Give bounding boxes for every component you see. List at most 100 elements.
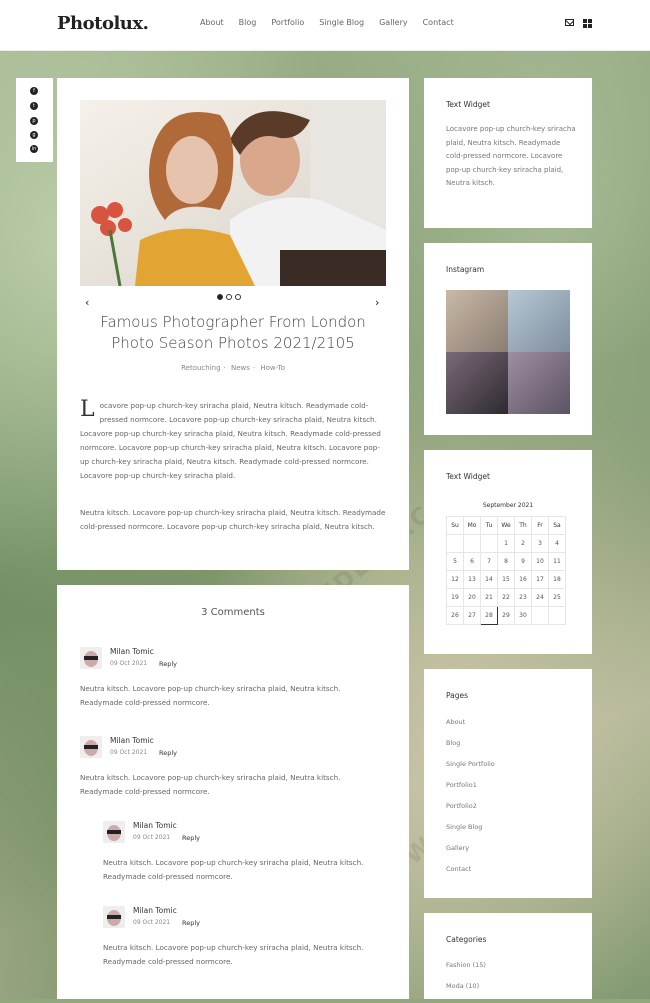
comments-card: 3 Comments Milan Tomic 09 Oct 2021 Reply…	[57, 585, 409, 999]
calendar-day[interactable]: 17	[531, 570, 549, 589]
calendar-day[interactable]: 14	[480, 570, 498, 589]
calendar-day[interactable]: 18	[548, 570, 566, 589]
page-link[interactable]: Blog	[446, 739, 495, 760]
calendar-day-today[interactable]: 28	[480, 606, 498, 625]
nav-item-contact[interactable]: Contact	[423, 18, 454, 27]
category-link[interactable]: Fashion (15)	[446, 961, 486, 982]
calendar-day	[480, 534, 498, 553]
calendar-day[interactable]: 1	[497, 534, 515, 553]
calendar-day	[463, 534, 481, 553]
reply-link[interactable]: Reply	[159, 749, 177, 757]
instagram-photo[interactable]	[446, 290, 508, 352]
nav-item-blog[interactable]: Blog	[239, 18, 257, 27]
page-link[interactable]: About	[446, 718, 495, 739]
calendar-day[interactable]: 7	[480, 552, 498, 571]
calendar-day[interactable]: 9	[514, 552, 532, 571]
widget-title: Text Widget	[446, 472, 490, 481]
calendar-day[interactable]: 22	[497, 588, 515, 607]
comment-author[interactable]: Milan Tomic	[133, 821, 177, 830]
slider-dot[interactable]	[235, 294, 241, 300]
widget-title: Pages	[446, 691, 469, 700]
calendar-day[interactable]: 4	[548, 534, 566, 553]
avatar	[103, 821, 125, 843]
calendar-day[interactable]: 6	[463, 552, 481, 571]
page-link[interactable]: Single Portfolio	[446, 760, 495, 781]
post-title[interactable]: Famous Photographer From London Photo Se…	[77, 312, 389, 354]
facebook-icon[interactable]: f	[30, 87, 38, 95]
calendar-day[interactable]: 20	[463, 588, 481, 607]
nav-item-single-blog[interactable]: Single Blog	[319, 18, 364, 27]
post-slider-image	[80, 100, 386, 286]
comment-date: 09 Oct 2021	[110, 660, 148, 667]
comment-author[interactable]: Milan Tomic	[110, 647, 154, 656]
calendar-day[interactable]: 12	[446, 570, 464, 589]
instagram-photo[interactable]	[508, 352, 570, 414]
reply-link[interactable]: Reply	[159, 660, 177, 668]
page-link[interactable]: Portfolio2	[446, 802, 495, 823]
calendar-day[interactable]: 19	[446, 588, 464, 607]
slider-dot[interactable]	[217, 294, 223, 300]
mail-icon[interactable]	[565, 19, 574, 26]
tag-link[interactable]: Retouching	[181, 364, 220, 372]
grid-icon[interactable]	[583, 19, 592, 28]
widget-title: Instagram	[446, 265, 485, 274]
calendar-day[interactable]: 26	[446, 606, 464, 625]
page-link[interactable]: Gallery	[446, 844, 495, 865]
nav-item-portfolio[interactable]: Portfolio	[271, 18, 304, 27]
nav-item-about[interactable]: About	[200, 18, 224, 27]
widget-title: Categories	[446, 935, 487, 944]
pinterest-icon[interactable]: p	[30, 117, 38, 125]
reply-link[interactable]: Reply	[182, 834, 200, 842]
nav-item-gallery[interactable]: Gallery	[379, 18, 408, 27]
post-paragraph: Neutra kitsch. Locavore pop-up church-ke…	[80, 508, 386, 531]
tag-link[interactable]: How-To	[260, 364, 285, 372]
weekday-label: Fr	[531, 516, 549, 535]
reply-link[interactable]: Reply	[182, 919, 200, 927]
slider-prev-arrow[interactable]: ‹	[85, 296, 89, 309]
weekday-label: Su	[446, 516, 464, 535]
comments-title: 3 Comments	[201, 607, 265, 618]
calendar-table: Su Mo Tu We Th Fr Sa 1 2 3 4 5 6 7 8 9 1…	[446, 516, 566, 625]
calendar-day[interactable]: 11	[548, 552, 566, 571]
calendar-day[interactable]: 3	[531, 534, 549, 553]
slider-next-arrow[interactable]: ›	[375, 296, 379, 309]
calendar-day[interactable]: 23	[514, 588, 532, 607]
calendar-day[interactable]: 13	[463, 570, 481, 589]
comment-date: 09 Oct 2021	[133, 919, 171, 926]
tag-link[interactable]: News	[231, 364, 250, 372]
calendar-day[interactable]: 21	[480, 588, 498, 607]
calendar-day[interactable]: 5	[446, 552, 464, 571]
page-link[interactable]: Portfolio1	[446, 781, 495, 802]
categories-widget: Categories Fashion (15) Moda (10)	[424, 913, 592, 999]
calendar-day[interactable]: 10	[531, 552, 549, 571]
calendar-day[interactable]: 16	[514, 570, 532, 589]
calendar-day[interactable]: 27	[463, 606, 481, 625]
weekday-label: Mo	[463, 516, 481, 535]
main-nav: About Blog Portfolio Single Blog Gallery…	[200, 18, 469, 27]
site-logo[interactable]: Photolux.	[57, 13, 149, 34]
page-link[interactable]: Single Blog	[446, 823, 495, 844]
blog-post-card: ‹ › Famous Photographer From London Phot…	[57, 78, 409, 570]
instagram-photo[interactable]	[446, 352, 508, 414]
calendar-day[interactable]: 15	[497, 570, 515, 589]
instagram-photo[interactable]	[508, 290, 570, 352]
instagram-grid	[446, 290, 570, 414]
calendar-day[interactable]: 24	[531, 588, 549, 607]
twitter-icon[interactable]: t	[30, 102, 38, 110]
calendar-day[interactable]: 29	[497, 606, 515, 625]
post-body: Locavore pop-up church-key sriracha plai…	[80, 397, 381, 481]
page-link[interactable]: Contact	[446, 865, 495, 886]
calendar-day[interactable]: 2	[514, 534, 532, 553]
comment-author[interactable]: Milan Tomic	[133, 906, 177, 915]
slider-dot[interactable]	[226, 294, 232, 300]
calendar-day[interactable]: 25	[548, 588, 566, 607]
calendar-day[interactable]: 30	[514, 606, 532, 625]
comment-author[interactable]: Milan Tomic	[110, 736, 154, 745]
google-icon[interactable]: g	[30, 131, 38, 139]
linkedin-icon[interactable]: in	[30, 145, 38, 153]
calendar-day[interactable]: 8	[497, 552, 515, 571]
comment-text: Neutra kitsch. Locavore pop-up church-ke…	[80, 684, 341, 707]
comment-text: Neutra kitsch. Locavore pop-up church-ke…	[103, 858, 364, 881]
avatar	[103, 906, 125, 928]
category-link[interactable]: Moda (10)	[446, 982, 486, 1003]
